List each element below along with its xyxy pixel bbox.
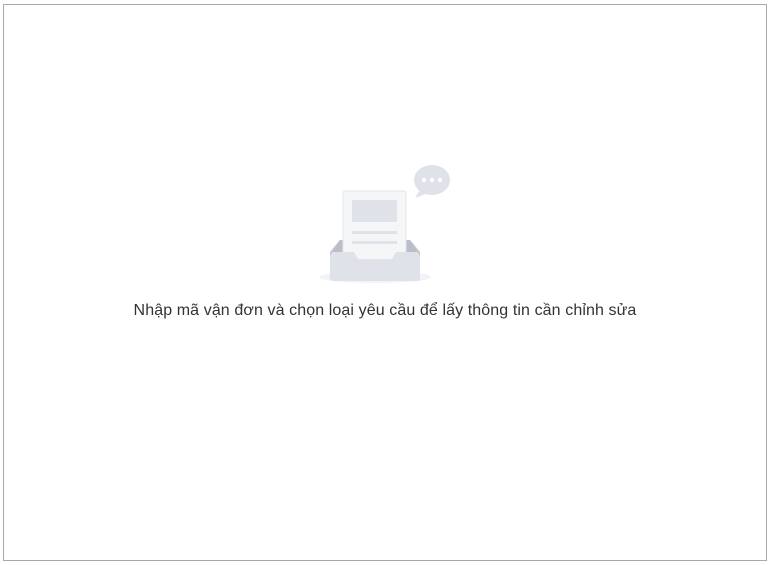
empty-inbox-icon	[320, 165, 450, 283]
empty-state-message: Nhập mã vận đơn và chọn loại yêu cầu để …	[133, 302, 637, 319]
empty-state: Nhập mã vận đơn và chọn loại yêu cầu để …	[4, 160, 766, 320]
content-panel: Nhập mã vận đơn và chọn loại yêu cầu để …	[3, 4, 767, 561]
